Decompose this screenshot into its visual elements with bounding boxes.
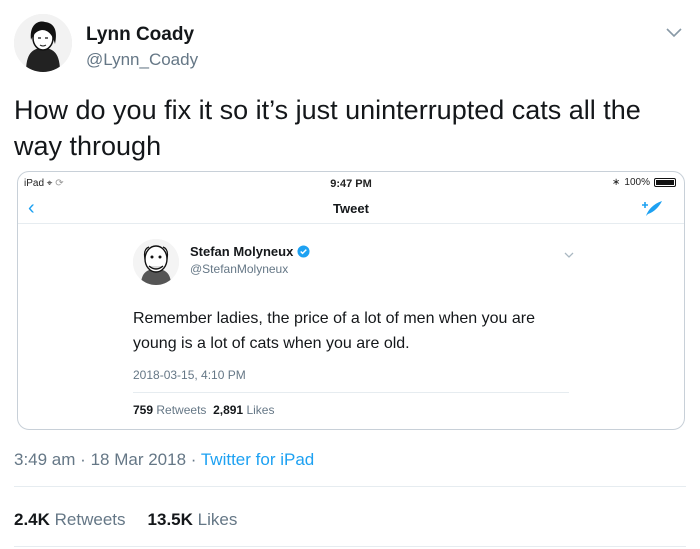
likes-count: 13.5K	[147, 510, 193, 529]
status-bar: iPad ⌖ ⟳ 9:47 PM ∗ 100%	[18, 172, 684, 194]
quoted-retweets-label: Retweets	[156, 403, 207, 417]
tweet-meta: 3:49 am · 18 Mar 2018 · Twitter for iPad	[14, 450, 314, 470]
nav-bar: ‹ Tweet	[18, 194, 684, 224]
meta-separator-1: ·	[80, 450, 86, 469]
battery-icon	[654, 178, 676, 187]
quoted-avatar-illustration	[133, 239, 179, 285]
likes-label: Likes	[197, 510, 238, 529]
quoted-tweet-text: Remember ladies, the price of a lot of m…	[133, 310, 535, 352]
quoted-avatar[interactable]	[133, 239, 179, 285]
tweet-date[interactable]: 18 Mar 2018	[91, 450, 186, 469]
quoted-timestamp: 2018-03-15, 4:10 PM	[133, 368, 246, 382]
retweets-count: 2.4K	[14, 510, 50, 529]
quoted-author-name-text: Stefan Molyneux	[190, 244, 294, 259]
divider-top	[14, 486, 686, 487]
quoted-author-handle[interactable]: @StefanMolyneux	[190, 262, 288, 276]
tweet-header: Lynn Coady @Lynn_Coady	[14, 14, 686, 74]
verified-badge-icon	[297, 245, 310, 258]
battery-percent: 100%	[624, 177, 650, 188]
bluetooth-icon: ∗	[612, 177, 621, 188]
quoted-likes-label: Likes	[246, 403, 275, 417]
quoted-stats: 759 Retweets 2,891 Likes	[133, 403, 274, 417]
quoted-divider	[133, 392, 569, 393]
tweet-text: How do you fix it so it’s just uninterru…	[14, 95, 641, 161]
retweets-stat[interactable]: 2.4K Retweets	[14, 510, 126, 530]
nav-title: Tweet	[333, 201, 369, 216]
status-bar-time: 9:47 PM	[330, 178, 372, 190]
avatar-illustration	[14, 14, 72, 72]
avatar[interactable]	[14, 14, 72, 72]
status-bar-right: ∗ 100%	[612, 177, 676, 188]
compose-tweet-icon[interactable]	[640, 198, 664, 220]
quoted-likes-count: 2,891	[213, 403, 244, 417]
tweet-time[interactable]: 3:49 am	[14, 450, 75, 469]
author-name[interactable]: Lynn Coady	[86, 24, 194, 46]
quoted-chevron-down-icon[interactable]	[562, 248, 576, 262]
tweet-stats: 2.4K Retweets 13.5K Likes	[14, 510, 237, 530]
chevron-down-icon[interactable]	[662, 20, 686, 44]
quoted-author-name[interactable]: Stefan Molyneux	[190, 244, 310, 259]
embedded-screenshot[interactable]: iPad ⌖ ⟳ 9:47 PM ∗ 100% ‹ Tweet Stefan M…	[17, 171, 685, 430]
retweets-label: Retweets	[54, 510, 126, 529]
tweet-source-link[interactable]: Twitter for iPad	[201, 450, 314, 469]
quoted-retweets-count: 759	[133, 403, 154, 417]
author-handle[interactable]: @Lynn_Coady	[86, 50, 198, 70]
meta-separator-2: ·	[190, 450, 197, 469]
likes-stat[interactable]: 13.5K Likes	[148, 510, 238, 530]
divider-bottom	[14, 546, 686, 547]
